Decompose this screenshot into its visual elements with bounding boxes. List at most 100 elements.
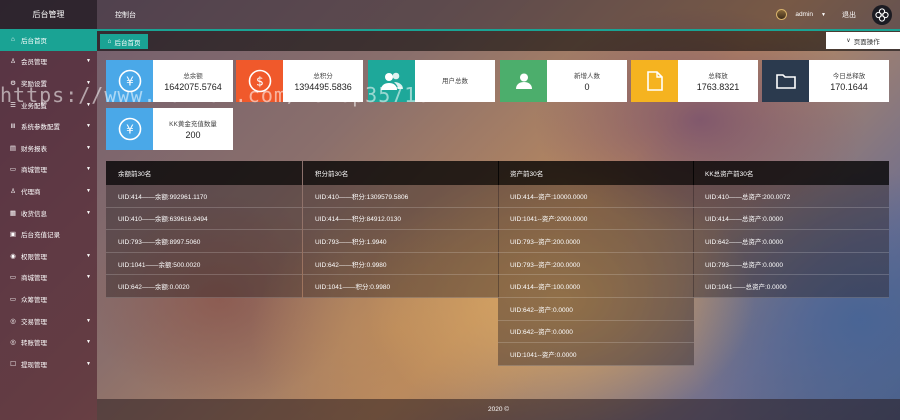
- shop-icon: ▭: [9, 166, 17, 174]
- folder-icon: [762, 60, 809, 102]
- table-row: UID:793--资产:200.0000: [498, 252, 694, 276]
- sidebar-item-label: 奖励设置: [21, 80, 47, 88]
- sidebar-item[interactable]: ▭ 商城管理 ▼: [0, 159, 97, 181]
- stat-card: ¥ KK黄金充值数量 200: [106, 108, 233, 150]
- crowdfund-icon: ▭: [9, 295, 17, 303]
- stat-card-body: KK黄金充值数量 200: [153, 108, 233, 150]
- stat-card-label: 新增人数: [574, 73, 600, 80]
- sidebar-item-label: 业务配置: [21, 102, 47, 110]
- tabs-bar: ⌂ 后台首页 ∨ 页面操作: [97, 29, 900, 51]
- sidebar-item-label: 众筹管理: [21, 296, 47, 304]
- table-row: UID:414--资产:100.0000: [498, 275, 694, 298]
- top-nav-console[interactable]: 控制台: [115, 10, 136, 20]
- sidebar-item[interactable]: ▭ 商城管理 ▼: [0, 267, 97, 289]
- sidebar-item[interactable]: ⚙ 奖励设置 ▼: [0, 72, 97, 94]
- sidebar-item-label: 后台充值记录: [21, 232, 60, 240]
- chevron-down-icon: ▼: [86, 144, 91, 151]
- svg-text:¥: ¥: [126, 75, 134, 89]
- sidebar-item-label: 后台首页: [21, 37, 47, 45]
- table-row: UID:410——总资产:200.0072: [693, 185, 889, 208]
- address-icon: ▦: [9, 209, 17, 217]
- chevron-down-icon: ▼: [86, 317, 91, 324]
- user-name[interactable]: admin: [795, 11, 813, 18]
- stat-card-body: 新增人数 0: [547, 60, 627, 102]
- ranking-table-title: KK总资产前30名: [693, 161, 889, 185]
- avatar[interactable]: [776, 9, 788, 20]
- table-row: UID:1041——总资产:0.0000: [693, 275, 889, 298]
- table-row: UID:410——积分:1309579.5806: [303, 185, 499, 208]
- chevron-down-icon: ▼: [86, 209, 91, 216]
- sidebar-item-label: 提现管理: [21, 361, 47, 369]
- yen-icon: ¥: [106, 108, 153, 150]
- logout-link[interactable]: 退出: [842, 10, 856, 20]
- stat-card-body: 总余额 1642075.5764: [153, 60, 233, 102]
- top-right-area: admin ▼ 退出: [776, 4, 900, 25]
- sidebar-item[interactable]: ◉ 权限管理 ▼: [0, 245, 97, 267]
- sidebar-item[interactable]: ☰ 业务配置 ▼: [0, 94, 97, 116]
- sidebar-item[interactable]: ◎ 交易管理 ▼: [0, 310, 97, 332]
- ranking-table: KK总资产前30名 UID:410——总资产:200.0072 UID:414——总…: [693, 161, 889, 298]
- sidebar-item[interactable]: ⌂ 后台首页: [0, 29, 97, 51]
- page-operations-label: 页面操作: [853, 38, 880, 46]
- sidebar-item-label: 权限管理: [21, 253, 47, 261]
- stat-card-label: 今日总释放: [832, 73, 866, 80]
- table-row: UID:414--资产:10000.0000: [498, 185, 694, 208]
- home-icon: ⌂: [107, 38, 112, 45]
- dollar-icon: $: [236, 60, 283, 102]
- table-row: UID:1041——余额:500.0020: [106, 252, 302, 276]
- stat-card-value: 1394495.5836: [294, 82, 352, 92]
- user-icon: ♙: [10, 58, 16, 66]
- chevron-down-icon[interactable]: ▼: [821, 12, 826, 18]
- footer: 2020 ©: [97, 399, 900, 420]
- stat-card-value: 1642075.5764: [164, 82, 222, 92]
- sidebar-item-label: 财务报表: [21, 145, 47, 153]
- stat-card-body: 用户总数: [415, 60, 495, 102]
- yen-icon: ¥: [106, 60, 153, 102]
- trade-icon: ◎: [10, 317, 16, 325]
- shield-icon: ◉: [10, 252, 16, 260]
- stat-card: 今日总释放 170.1644: [762, 60, 889, 102]
- chevron-down-icon: ▼: [86, 166, 91, 173]
- table-row: UID:1041--资产:2000.0000: [498, 207, 694, 231]
- sidebar-item-label: 系统参数配置: [21, 124, 60, 132]
- sidebar-item[interactable]: ♙ 会员管理 ▼: [0, 51, 97, 73]
- list-icon: ☰: [10, 101, 16, 109]
- sidebar-item-label: 转账管理: [21, 340, 47, 348]
- chevron-down-icon: ▼: [86, 58, 91, 65]
- sidebar-item[interactable]: ▦ 收货信息 ▼: [0, 202, 97, 224]
- file-icon: [631, 60, 678, 102]
- table-row: UID:793--资产:200.0000: [498, 230, 694, 253]
- chevron-down-icon: ▼: [86, 360, 91, 367]
- chevron-down-icon: ▼: [86, 252, 91, 259]
- table-row: UID:414——余额:992961.1170: [106, 185, 302, 208]
- table-row: UID:642--资产:0.0000: [498, 297, 694, 321]
- chevron-down-icon: ▼: [86, 187, 91, 194]
- sidebar-item[interactable]: ♙ 代理商 ▼: [0, 180, 97, 202]
- ranking-table: 积分前30名 UID:410——积分:1309579.5806 UID:414——积…: [303, 161, 499, 298]
- sidebar-item[interactable]: ▣ 后台充值记录: [0, 223, 97, 245]
- stat-card-label: 总余额: [183, 73, 203, 80]
- sidebar-item[interactable]: ◎ 转账管理 ▼: [0, 331, 97, 353]
- table-row: UID:793——总资产:0.0000: [693, 252, 889, 276]
- stat-card-value: 0: [584, 82, 590, 92]
- transfer-icon: ◎: [10, 339, 16, 347]
- stat-card: 总释放 1763.8321: [631, 60, 758, 102]
- chevron-down-icon: ∨: [846, 38, 851, 44]
- stat-card-value: 1763.8321: [696, 82, 740, 92]
- theme-flower-icon[interactable]: [872, 4, 892, 25]
- tab-home[interactable]: ⌂ 后台首页: [100, 34, 148, 49]
- page-operations-button[interactable]: ∨ 页面操作: [826, 32, 900, 49]
- chevron-down-icon: ▼: [86, 274, 91, 281]
- home-icon: ⌂: [11, 36, 15, 44]
- sidebar-item[interactable]: Ⅲ 系统参数配置 ▼: [0, 115, 97, 137]
- store-icon: ▭: [9, 274, 17, 282]
- sidebar-item-label: 代理商: [21, 188, 41, 196]
- sidebar-item-label: 商城管理: [21, 167, 47, 175]
- sidebar-item[interactable]: ▭ 众筹管理: [0, 288, 97, 310]
- stat-card: 用户总数: [368, 60, 495, 102]
- table-row: UID:414——积分:84912.0130: [303, 207, 499, 231]
- sidebar-item[interactable]: ☐ 提现管理 ▼: [0, 353, 97, 375]
- ranking-table-title: 资产前30名: [498, 161, 694, 185]
- sidebar-item[interactable]: ▤ 财务报表 ▼: [0, 137, 97, 159]
- stat-card-label: 总积分: [313, 73, 333, 80]
